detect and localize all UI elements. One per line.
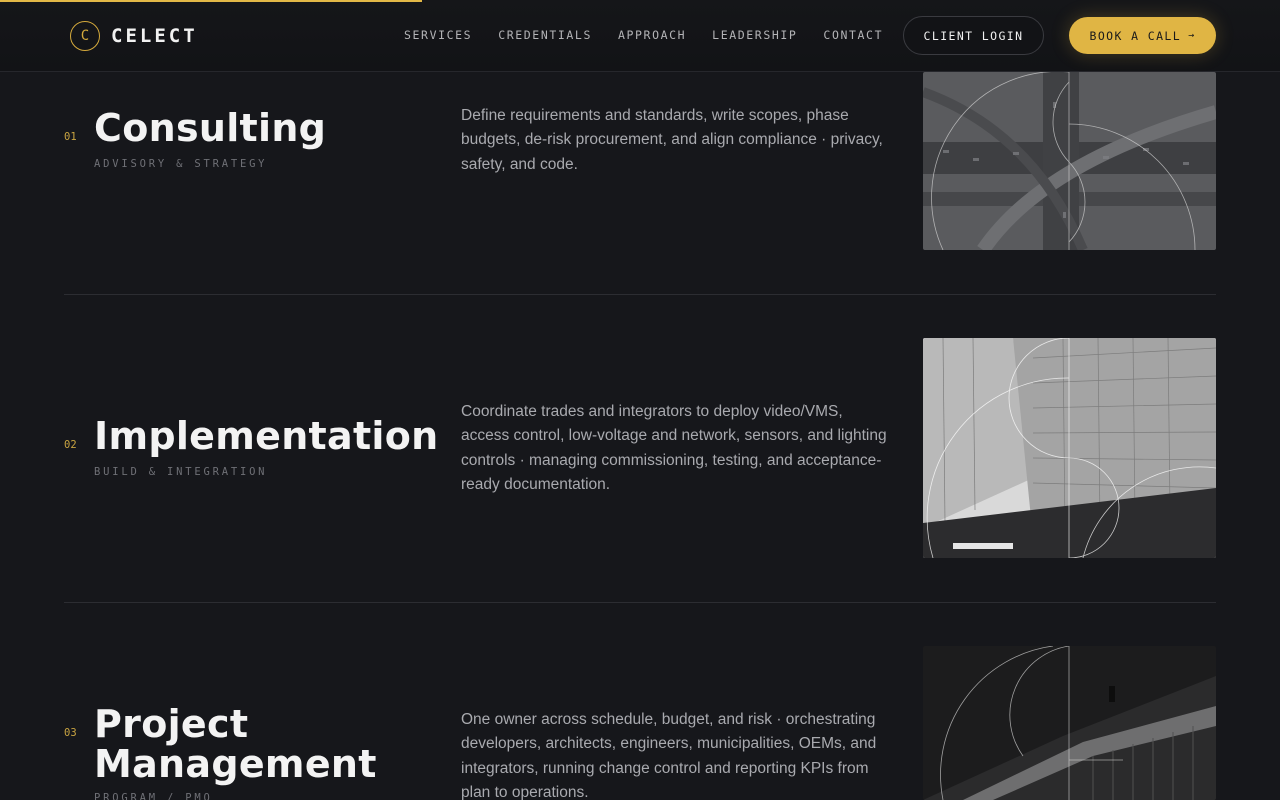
book-a-call-label: BOOK A CALL bbox=[1089, 28, 1182, 43]
nav-link-leadership[interactable]: LEADERSHIP bbox=[712, 28, 797, 42]
section-divider bbox=[64, 602, 1216, 603]
nav-link-contact[interactable]: CONTACT bbox=[823, 28, 883, 42]
brand-logo[interactable]: C CELECT bbox=[70, 21, 198, 51]
service-number: 03 bbox=[64, 727, 77, 739]
arrow-right-icon: → bbox=[1188, 30, 1196, 41]
service-image-glass-building bbox=[923, 338, 1216, 558]
service-subtitle: PROGRAM / PMO bbox=[94, 792, 213, 800]
service-image-aerial-interchange bbox=[923, 72, 1216, 250]
service-title: Project Management bbox=[94, 702, 377, 786]
brand-name: CELECT bbox=[111, 25, 198, 47]
main-nav: SERVICES CREDENTIALS APPROACH LEADERSHIP… bbox=[404, 28, 909, 42]
service-number: 02 bbox=[64, 439, 77, 451]
service-image-interior-balcony bbox=[923, 646, 1216, 800]
scroll-progress-bar bbox=[0, 0, 1280, 2]
service-number: 01 bbox=[64, 131, 77, 143]
nav-link-services[interactable]: SERVICES bbox=[404, 28, 472, 42]
service-title: Consulting bbox=[94, 106, 327, 150]
site-header: C CELECT SERVICES CREDENTIALS APPROACH L… bbox=[0, 0, 1280, 72]
client-login-button[interactable]: CLIENT LOGIN bbox=[903, 16, 1044, 55]
service-subtitle: ADVISORY & STRATEGY bbox=[94, 158, 268, 170]
service-description: Coordinate trades and integrators to dep… bbox=[461, 403, 887, 493]
logo-mark-icon: C bbox=[70, 21, 100, 51]
service-description: Define requirements and standards, write… bbox=[461, 107, 883, 173]
nav-link-credentials[interactable]: CREDENTIALS bbox=[498, 28, 592, 42]
service-subtitle: BUILD & INTEGRATION bbox=[94, 466, 268, 478]
nav-link-approach[interactable]: APPROACH bbox=[618, 28, 686, 42]
book-a-call-button[interactable]: BOOK A CALL → bbox=[1069, 17, 1216, 54]
service-title: Implementation bbox=[94, 414, 439, 458]
section-divider bbox=[64, 294, 1216, 295]
scroll-progress-fill bbox=[0, 0, 423, 2]
service-description: One owner across schedule, budget, and r… bbox=[461, 711, 877, 800]
